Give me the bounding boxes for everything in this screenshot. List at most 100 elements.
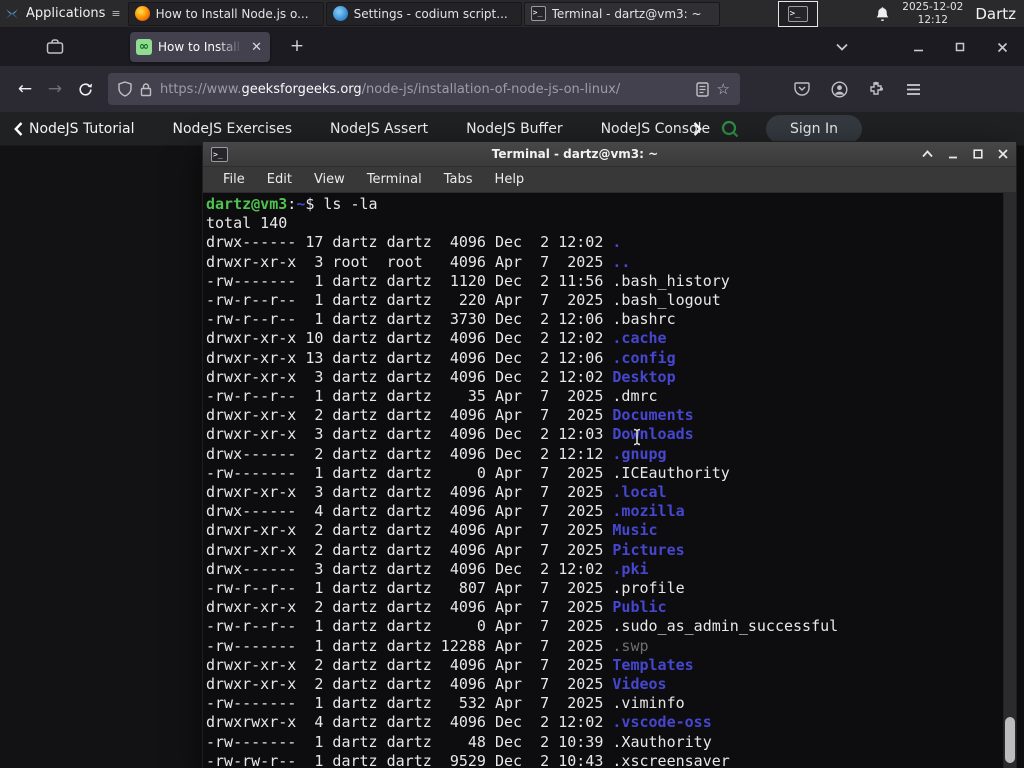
file-meta: drwxr-xr-x 3 dartz dartz 4096 Dec 2 12:0… <box>206 425 613 444</box>
file-listing-row: -rw-r--r-- 1 dartz dartz 35 Apr 7 2025 .… <box>206 387 1016 406</box>
file-listing-row: -rw------- 1 dartz dartz 48 Dec 2 10:39 … <box>206 733 1016 752</box>
extensions-puzzle-icon[interactable] <box>862 75 890 103</box>
file-name: .xscreensaver <box>612 751 730 768</box>
terminal-close-button[interactable] <box>998 149 1008 159</box>
nav-scroll-right-chevron-icon[interactable] <box>693 121 702 136</box>
file-name: .local <box>612 483 667 502</box>
terminal-menu-item[interactable]: Terminal <box>357 169 432 190</box>
url-host: geeksforgeeks.org <box>241 81 362 97</box>
window-maximize-button[interactable] <box>952 42 968 52</box>
firefox-navigation-toolbar: ← → https://www.geeksforgeeks.org/node-j… <box>0 66 1024 112</box>
file-name: .cache <box>612 329 667 348</box>
file-listing-row: drwxr-xr-x 2 dartz dartz 4096 Apr 7 2025… <box>206 541 1016 560</box>
terminal-scrollbar[interactable] <box>1003 193 1016 768</box>
bookmark-star-icon[interactable]: ☆ <box>717 80 730 98</box>
tracking-shield-icon[interactable] <box>118 81 132 97</box>
panel-clock[interactable]: 2025-12-02 12:12 <box>902 1 963 26</box>
file-meta: -rw-r--r-- 1 dartz dartz 0 Apr 7 2025 <box>206 617 613 636</box>
file-name: Desktop <box>612 367 676 386</box>
terminal-scrollbar-thumb[interactable] <box>1005 717 1015 763</box>
codium-icon <box>332 6 348 21</box>
account-icon[interactable] <box>825 75 853 103</box>
nav-link[interactable]: NodeJS Tutorial <box>29 121 134 137</box>
file-meta: drwxr-xr-x 10 dartz dartz 4096 Dec 2 12:… <box>206 329 613 348</box>
file-meta: drwxr-xr-x 2 dartz dartz 4096 Apr 7 2025 <box>206 406 613 425</box>
file-name: .swp <box>612 636 649 655</box>
file-name: Music <box>612 521 658 540</box>
nav-link[interactable]: NodeJS Exercises <box>172 121 292 137</box>
file-meta: drwx------ 4 dartz dartz 4096 Apr 7 2025 <box>206 502 613 521</box>
file-listing: drwx------ 17 dartz dartz 4096 Dec 2 12:… <box>206 233 1016 768</box>
reload-button[interactable] <box>70 74 100 104</box>
file-meta: -rw-r--r-- 1 dartz dartz 3730 Dec 2 12:0… <box>206 310 613 329</box>
geeksforgeeks-favicon: ∞ <box>136 39 152 55</box>
taskbar-window-button[interactable]: Settings - codium script... <box>325 1 522 26</box>
file-listing-row: drwxr-xr-x 2 dartz dartz 4096 Apr 7 2025… <box>206 521 1016 540</box>
firefox-icon <box>134 6 150 21</box>
back-button[interactable]: ← <box>10 74 40 104</box>
forward-button[interactable]: → <box>40 74 70 104</box>
terminal-menu-item[interactable]: Help <box>485 169 535 190</box>
taskbar-window-button[interactable]: >_ Terminal - dartz@vm3: ~ <box>523 1 720 26</box>
terminal-menu-item[interactable]: View <box>304 169 355 190</box>
file-listing-row: -rw-r--r-- 1 dartz dartz 3730 Dec 2 12:0… <box>206 310 1016 329</box>
file-listing-row: -rw-r--r-- 1 dartz dartz 220 Apr 7 2025 … <box>206 291 1016 310</box>
file-name: Downloads <box>612 425 694 444</box>
panel-user-label[interactable]: Dartz <box>975 5 1016 23</box>
file-listing-row: drwxr-xr-x 2 dartz dartz 4096 Apr 7 2025… <box>206 656 1016 675</box>
window-close-button[interactable] <box>994 42 1010 53</box>
file-name: .bash_logout <box>612 291 721 310</box>
panel-tray: 2025-12-02 12:12 Dartz <box>875 1 1024 26</box>
firefox-tab-bar: ∞ How to Install Node.js on ✕ + <box>0 28 1024 66</box>
notification-bell-icon[interactable] <box>875 6 890 22</box>
taskbar-window-button[interactable]: How to Install Node.js o... <box>127 1 324 26</box>
sign-in-button[interactable]: Sign In <box>766 114 862 143</box>
nav-link[interactable]: NodeJS Buffer <box>466 121 563 137</box>
tab-close-icon[interactable]: ✕ <box>249 39 264 56</box>
reader-mode-icon[interactable] <box>695 81 709 97</box>
list-all-tabs-chevron-icon[interactable] <box>834 43 850 51</box>
tab-title: How to Install Node.js on <box>158 40 243 54</box>
terminal-minimize-button[interactable] <box>948 149 958 159</box>
file-meta: drwx------ 3 dartz dartz 4096 Dec 2 12:0… <box>206 559 613 578</box>
file-meta: -rw-rw-r-- 1 dartz dartz 9529 Dec 2 10:4… <box>206 751 613 768</box>
taskbar-window-buttons: How to Install Node.js o... Settings - c… <box>127 1 722 26</box>
file-listing-row: -rw------- 1 dartz dartz 0 Apr 7 2025 .I… <box>206 464 1016 483</box>
workspace-terminal-indicator[interactable]: >_ <box>777 0 818 27</box>
window-minimize-button[interactable] <box>910 42 926 53</box>
file-meta: drwxr-xr-x 2 dartz dartz 4096 Apr 7 2025 <box>206 675 613 694</box>
terminal-menu-item[interactable]: File <box>213 169 255 190</box>
file-name: .. <box>612 252 631 271</box>
nav-scroll-left-chevron-icon[interactable] <box>0 121 29 136</box>
hamburger-menu-icon[interactable] <box>899 75 927 103</box>
lock-icon[interactable] <box>140 82 152 97</box>
firefox-view-button[interactable] <box>40 33 70 61</box>
applications-caret-icon: ≡ <box>111 7 120 20</box>
browser-tab-active[interactable]: ∞ How to Install Node.js on ✕ <box>130 32 270 62</box>
tabbar-controls <box>834 28 1024 66</box>
prompt-colon: : <box>287 195 297 213</box>
file-listing-row: -rw-r--r-- 1 dartz dartz 807 Apr 7 2025 … <box>206 579 1016 598</box>
file-listing-row: drwxr-xr-x 2 dartz dartz 4096 Apr 7 2025… <box>206 406 1016 425</box>
file-name: Public <box>612 598 667 617</box>
file-meta: -rw-r--r-- 1 dartz dartz 807 Apr 7 2025 <box>206 579 613 598</box>
file-listing-row: drwxr-xr-x 3 dartz dartz 4096 Dec 2 12:0… <box>206 425 1016 444</box>
file-listing-row: drwx------ 4 dartz dartz 4096 Apr 7 2025… <box>206 502 1016 521</box>
nav-link[interactable]: NodeJS Assert <box>330 121 428 137</box>
new-tab-button[interactable]: + <box>284 36 310 56</box>
search-icon[interactable] <box>720 119 740 139</box>
applications-icon <box>4 6 20 22</box>
prompt-user-host: dartz@vm3 <box>206 195 288 213</box>
terminal-maximize-button[interactable] <box>973 149 983 159</box>
terminal-menu-item[interactable]: Tabs <box>434 169 483 190</box>
file-listing-row: drwxr-xr-x 10 dartz dartz 4096 Dec 2 12:… <box>206 329 1016 348</box>
terminal-titlebar[interactable]: >_ Terminal - dartz@vm3: ~ <box>203 142 1016 167</box>
terminal-menu-item[interactable]: Edit <box>257 169 302 190</box>
pocket-icon[interactable] <box>788 75 816 103</box>
terminal-shade-button[interactable] <box>922 150 933 158</box>
url-bar[interactable]: https://www.geeksforgeeks.org/node-js/in… <box>108 73 740 105</box>
terminal-output[interactable]: dartz@vm3:~$ ls -la total 140 drwx------… <box>203 193 1016 768</box>
applications-menu-button[interactable]: Applications ≡ <box>0 0 128 27</box>
file-listing-row: -rw-r--r-- 1 dartz dartz 0 Apr 7 2025 .s… <box>206 617 1016 636</box>
file-meta: -rw------- 1 dartz dartz 0 Apr 7 2025 <box>206 463 613 482</box>
